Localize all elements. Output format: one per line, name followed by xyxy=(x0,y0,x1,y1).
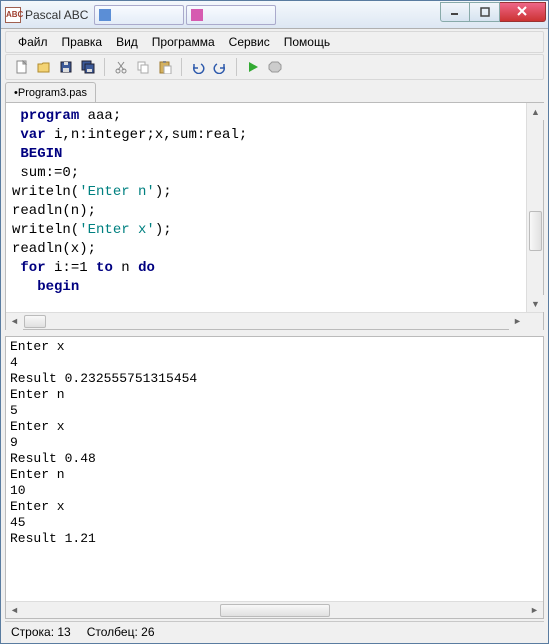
menu-service[interactable]: Сервис xyxy=(223,33,276,51)
menu-file[interactable]: Файл xyxy=(12,33,54,51)
scroll-up-icon[interactable]: ▲ xyxy=(527,103,544,120)
output-pane: Enter x 4 Result 0.232555751315454 Enter… xyxy=(5,336,544,619)
open-button[interactable] xyxy=(34,57,54,77)
scroll-right-icon[interactable]: ► xyxy=(526,602,543,619)
separator xyxy=(181,58,182,76)
editor-pane: program aaa; var i,n:integer;x,sum:real;… xyxy=(5,102,544,330)
row-value: 13 xyxy=(57,625,70,639)
scroll-thumb[interactable] xyxy=(529,211,542,251)
file-tab[interactable]: •Program3.pas xyxy=(5,82,96,102)
taskbar-tabs xyxy=(94,5,440,25)
output-text[interactable]: Enter x 4 Result 0.232555751315454 Enter… xyxy=(6,337,543,601)
status-col: Столбец: 26 xyxy=(87,625,155,639)
app-icon: ABC xyxy=(5,7,21,23)
app-window: ABC Pascal ABC Файл Правка Вид Программа… xyxy=(0,0,549,644)
tab-icon xyxy=(99,9,111,21)
editor-vscroll[interactable]: ▲ ▼ xyxy=(526,103,543,312)
titlebar[interactable]: ABC Pascal ABC xyxy=(1,1,548,29)
scroll-thumb[interactable] xyxy=(220,604,330,617)
scroll-left-icon[interactable]: ◄ xyxy=(6,313,23,330)
paste-button[interactable] xyxy=(155,57,175,77)
file-tabs: •Program3.pas xyxy=(1,80,548,102)
window-title: Pascal ABC xyxy=(25,8,94,22)
scroll-down-icon[interactable]: ▼ xyxy=(527,295,544,312)
col-value: 26 xyxy=(141,625,154,639)
scroll-thumb[interactable] xyxy=(24,315,46,328)
menu-view[interactable]: Вид xyxy=(110,33,144,51)
tab-label xyxy=(206,9,209,21)
stop-button[interactable] xyxy=(265,57,285,77)
task-tab[interactable] xyxy=(186,5,276,25)
menu-help[interactable]: Помощь xyxy=(278,33,336,51)
statusbar: Строка: 13 Столбец: 26 xyxy=(5,621,544,641)
scroll-corner xyxy=(526,313,543,330)
menu-program[interactable]: Программа xyxy=(146,33,221,51)
scroll-right-icon[interactable]: ► xyxy=(509,313,526,330)
editor-hscroll[interactable]: ◄ ► xyxy=(6,312,543,329)
menubar: Файл Правка Вид Программа Сервис Помощь xyxy=(5,31,544,53)
undo-button[interactable] xyxy=(188,57,208,77)
new-button[interactable] xyxy=(12,57,32,77)
toolbar xyxy=(5,54,544,80)
maximize-button[interactable] xyxy=(470,2,500,22)
run-button[interactable] xyxy=(243,57,263,77)
task-tab[interactable] xyxy=(94,5,184,25)
row-label: Строка: xyxy=(11,625,54,639)
redo-button[interactable] xyxy=(210,57,230,77)
tab-icon xyxy=(191,9,203,21)
separator xyxy=(104,58,105,76)
minimize-button[interactable] xyxy=(440,2,470,22)
tab-label xyxy=(114,9,117,21)
output-hscroll[interactable]: ◄ ► xyxy=(6,601,543,618)
save-button[interactable] xyxy=(56,57,76,77)
scroll-left-icon[interactable]: ◄ xyxy=(6,602,23,619)
separator xyxy=(236,58,237,76)
copy-button[interactable] xyxy=(133,57,153,77)
code-editor[interactable]: program aaa; var i,n:integer;x,sum:real;… xyxy=(6,103,543,312)
close-button[interactable] xyxy=(500,2,546,22)
menu-edit[interactable]: Правка xyxy=(56,33,109,51)
window-buttons xyxy=(440,2,546,22)
status-row: Строка: 13 xyxy=(11,625,71,639)
col-label: Столбец: xyxy=(87,625,138,639)
cut-button[interactable] xyxy=(111,57,131,77)
saveall-button[interactable] xyxy=(78,57,98,77)
file-name: Program3.pas xyxy=(18,87,87,99)
